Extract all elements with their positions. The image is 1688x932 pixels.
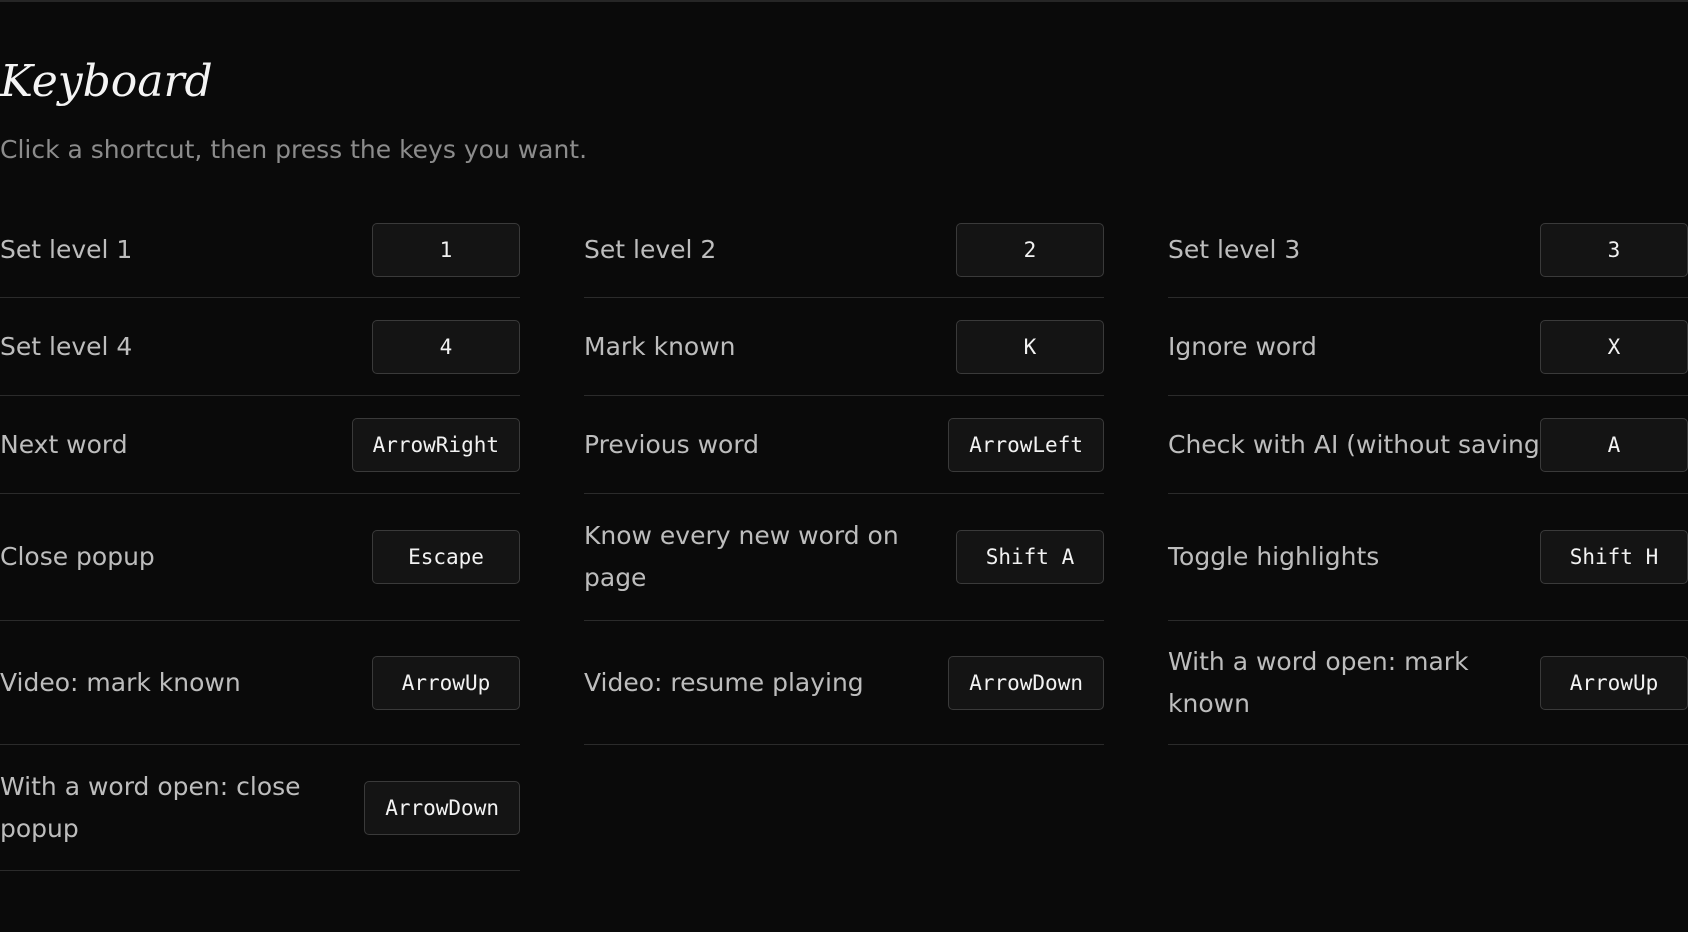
shortcut-label: Close popup xyxy=(0,542,155,571)
shortcut-key-button[interactable]: X xyxy=(1540,319,1688,374)
shortcut-key-button[interactable]: ArrowLeft xyxy=(948,417,1104,472)
shortcut-label: Set level 3 xyxy=(1168,234,1301,264)
shortcut-key-button[interactable]: ArrowUp xyxy=(372,655,520,710)
shortcut-row: Toggle highlights Shift H xyxy=(1168,494,1688,621)
shortcut-row: Set level 2 2 xyxy=(584,202,1104,298)
shortcut-label: Next word xyxy=(0,429,128,459)
shortcut-key-button[interactable]: ArrowRight xyxy=(351,417,520,472)
shortcut-label: Mark known xyxy=(584,331,736,361)
shortcut-label: Check with AI (without saving) xyxy=(1168,429,1550,459)
shortcut-key-button[interactable]: K xyxy=(956,319,1104,374)
shortcut-row: Ignore word X xyxy=(1168,298,1688,396)
shortcut-key-button[interactable]: A xyxy=(1540,417,1688,472)
shortcut-key-button[interactable]: Shift A xyxy=(956,530,1104,584)
shortcut-row: Set level 4 4 xyxy=(0,298,520,396)
page-subtitle: Click a shortcut, then press the keys yo… xyxy=(0,135,588,164)
shortcut-label: Know every new word on page xyxy=(584,521,899,592)
shortcut-label: Set level 4 xyxy=(0,331,133,361)
shortcut-row: Mark known K xyxy=(584,298,1104,396)
shortcut-row: Check with AI (without saving) A xyxy=(1168,396,1688,494)
shortcut-key-button[interactable]: 4 xyxy=(372,319,520,374)
shortcut-row: Previous word ArrowLeft xyxy=(584,396,1104,494)
shortcut-label: Set level 2 xyxy=(584,234,717,264)
shortcut-row: With a word open: mark known ArrowUp xyxy=(1168,621,1688,745)
shortcut-row: Set level 3 3 xyxy=(1168,202,1688,298)
top-divider xyxy=(0,0,1688,2)
shortcut-key-button[interactable]: ArrowUp xyxy=(1540,655,1688,710)
shortcut-label: Previous word xyxy=(584,429,760,459)
page-title: Keyboard xyxy=(0,56,213,107)
shortcut-key-button[interactable]: 3 xyxy=(1540,222,1688,277)
shortcut-row: Close popup Escape xyxy=(0,494,520,621)
shortcut-row: With a word open: close popup ArrowDown xyxy=(0,745,520,871)
shortcut-key-button[interactable]: 1 xyxy=(372,222,520,277)
shortcut-label: Set level 1 xyxy=(0,234,133,264)
shortcut-label: Ignore word xyxy=(1168,331,1317,361)
shortcut-key-button[interactable]: Shift H xyxy=(1540,530,1688,584)
shortcut-row: Next word ArrowRight xyxy=(0,396,520,494)
shortcut-key-button[interactable]: Escape xyxy=(372,530,520,584)
shortcut-key-button[interactable]: ArrowDown xyxy=(948,655,1104,710)
shortcut-row: Video: resume playing ArrowDown xyxy=(584,621,1104,745)
shortcut-row: Know every new word on page Shift A xyxy=(584,494,1104,621)
shortcut-label: With a word open: mark known xyxy=(1168,646,1469,718)
shortcut-label: With a word open: close popup xyxy=(0,771,301,843)
shortcut-grid: Set level 1 1 Set level 2 2 Set level 3 … xyxy=(0,202,1688,902)
shortcut-key-button[interactable]: 2 xyxy=(956,222,1104,277)
shortcut-key-button[interactable]: ArrowDown xyxy=(364,780,520,835)
shortcut-label: Toggle highlights xyxy=(1168,542,1380,571)
shortcut-row: Video: mark known ArrowUp xyxy=(0,621,520,745)
shortcut-label: Video: mark known xyxy=(0,667,241,697)
shortcut-row: Set level 1 1 xyxy=(0,202,520,298)
shortcut-label: Video: resume playing xyxy=(584,667,864,697)
